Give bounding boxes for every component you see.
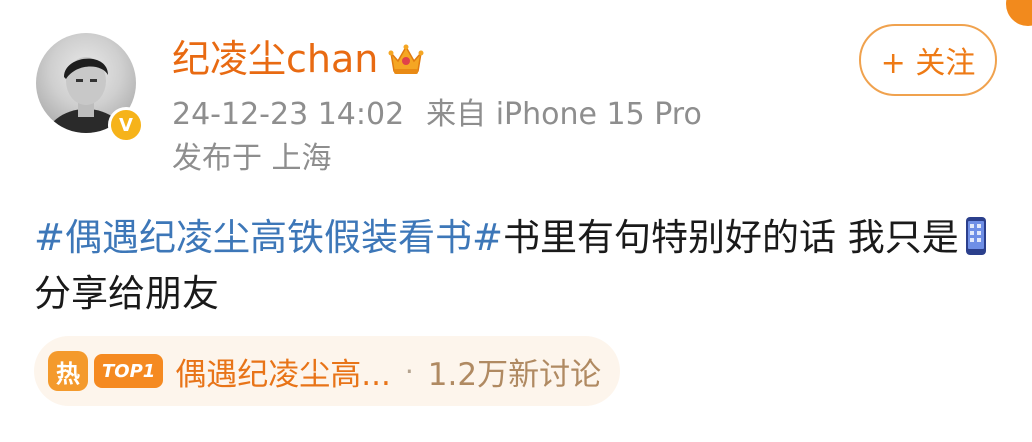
- post-text-part2: 分享给朋友: [34, 272, 219, 315]
- post-text-part1: 书里有句特别好的话 我只是: [503, 216, 959, 259]
- crown-icon: [388, 44, 424, 74]
- hot-icon: 热: [48, 351, 88, 391]
- follow-button[interactable]: + 关注: [859, 24, 997, 96]
- post-location: 发布于 上海: [172, 141, 332, 176]
- topic-separator: ·: [404, 354, 414, 388]
- username-text[interactable]: 纪凌尘chan: [172, 36, 378, 82]
- post-content: #偶遇纪凌尘高铁假装看书#书里有句特别好的话 我只是 分享给朋友: [34, 210, 1004, 322]
- topic-title: 偶遇纪凌尘高...: [175, 356, 391, 393]
- avatar[interactable]: V: [36, 33, 144, 143]
- username[interactable]: 纪凌尘chan: [172, 36, 426, 82]
- post-source: 来自 iPhone 15 Pro: [426, 97, 702, 132]
- phone-icon: [965, 217, 986, 255]
- top-rank-badge: TOP1: [94, 354, 164, 388]
- topic-discussion-count: 1.2万新讨论: [427, 356, 602, 393]
- hot-topic-pill[interactable]: 热 TOP1 偶遇纪凌尘高... · 1.2万新讨论: [34, 336, 620, 406]
- corner-decoration: [1006, 0, 1032, 26]
- hashtag-link[interactable]: #偶遇纪凌尘高铁假装看书#: [34, 216, 503, 259]
- post-time: 24-12-23 14:02: [172, 97, 405, 132]
- verified-badge-icon: V: [108, 107, 144, 143]
- post-meta: 24-12-23 14:02 来自 iPhone 15 Pro: [172, 96, 724, 134]
